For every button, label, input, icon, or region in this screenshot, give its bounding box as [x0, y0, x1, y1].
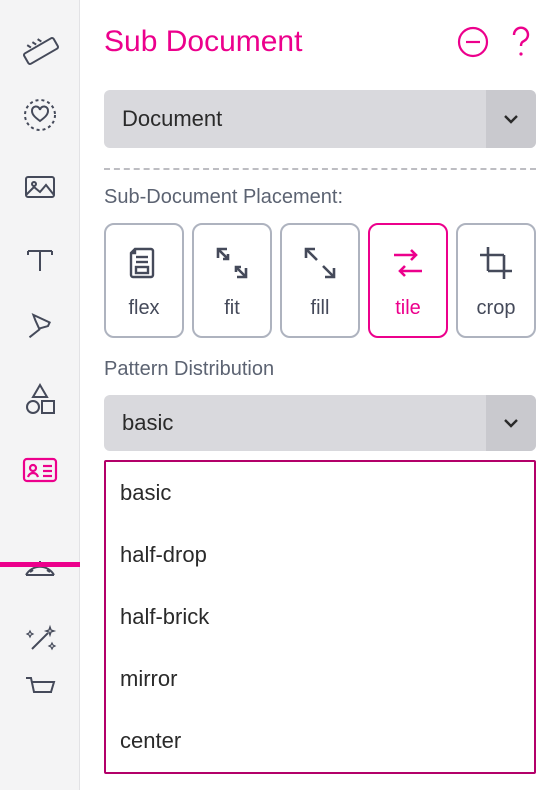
fit-icon — [210, 241, 254, 285]
badge-heart-icon — [20, 95, 60, 135]
sidebar-item-image[interactable] — [0, 150, 80, 224]
crop-icon — [474, 241, 518, 285]
sidebar-item-text[interactable] — [0, 224, 80, 294]
sidebar-active-indicator — [0, 562, 80, 567]
sidebar-item-id-card[interactable] — [0, 434, 80, 504]
placement-fit[interactable]: fit — [192, 223, 272, 338]
placement-crop[interactable]: crop — [456, 223, 536, 338]
pattern-option-half-brick[interactable]: half-brick — [106, 586, 534, 648]
sidebar-item-magic[interactable] — [0, 604, 80, 674]
pattern-select-chevron — [486, 395, 536, 451]
image-icon — [20, 167, 60, 207]
placement-flex-label: flex — [128, 297, 159, 320]
header-actions — [456, 22, 536, 62]
sidebar-item-cart[interactable] — [0, 674, 80, 710]
chevron-down-icon — [501, 109, 521, 129]
document-select-chevron — [486, 90, 536, 148]
pattern-label: Pattern Distribution — [104, 358, 536, 381]
placement-tile-label: tile — [395, 297, 421, 320]
shapes-icon — [20, 379, 60, 419]
fill-icon — [298, 241, 342, 285]
panel-header: Sub Document — [104, 22, 536, 62]
chevron-down-icon — [501, 413, 521, 433]
panel-title: Sub Document — [104, 25, 302, 59]
help-button[interactable] — [506, 22, 536, 62]
cart-icon — [20, 674, 60, 698]
text-icon — [20, 239, 60, 279]
placement-fill-label: fill — [311, 297, 330, 320]
sidebar-item-shapes[interactable] — [0, 364, 80, 434]
placement-fill[interactable]: fill — [280, 223, 360, 338]
collapse-button[interactable] — [456, 25, 490, 59]
sidebar — [0, 0, 80, 790]
sidebar-item-pin[interactable] — [0, 294, 80, 364]
placement-fit-label: fit — [224, 297, 240, 320]
pattern-dropdown: basic half-drop half-brick mirror center — [104, 460, 536, 774]
placement-label: Sub-Document Placement: — [104, 186, 536, 209]
minus-circle-icon — [456, 25, 490, 59]
placement-flex[interactable]: flex — [104, 223, 184, 338]
pattern-select-value: basic — [104, 410, 486, 436]
main-panel: Sub Document Document Sub-Do — [80, 0, 558, 790]
pattern-option-mirror[interactable]: mirror — [106, 648, 534, 710]
question-icon — [506, 22, 536, 62]
sidebar-item-dashboard[interactable] — [0, 530, 80, 604]
pin-icon — [20, 309, 60, 349]
document-select-value: Document — [104, 106, 486, 132]
pattern-option-basic[interactable]: basic — [106, 462, 534, 524]
pattern-option-half-drop[interactable]: half-drop — [106, 524, 534, 586]
ruler-icon — [20, 25, 60, 65]
divider — [104, 168, 536, 170]
pattern-option-center[interactable]: center — [106, 710, 534, 772]
placement-crop-label: crop — [477, 297, 516, 320]
tile-icon — [386, 241, 430, 285]
flex-icon — [122, 241, 166, 285]
sidebar-item-badge[interactable] — [0, 80, 80, 150]
magic-wand-icon — [20, 619, 60, 659]
placement-tile[interactable]: tile — [368, 223, 448, 338]
gauge-icon — [20, 547, 60, 587]
placement-options: flex fit fill — [104, 223, 536, 338]
id-card-icon — [18, 447, 62, 491]
pattern-select[interactable]: basic — [104, 395, 536, 451]
sidebar-item-ruler[interactable] — [0, 10, 80, 80]
document-select[interactable]: Document — [104, 90, 536, 148]
